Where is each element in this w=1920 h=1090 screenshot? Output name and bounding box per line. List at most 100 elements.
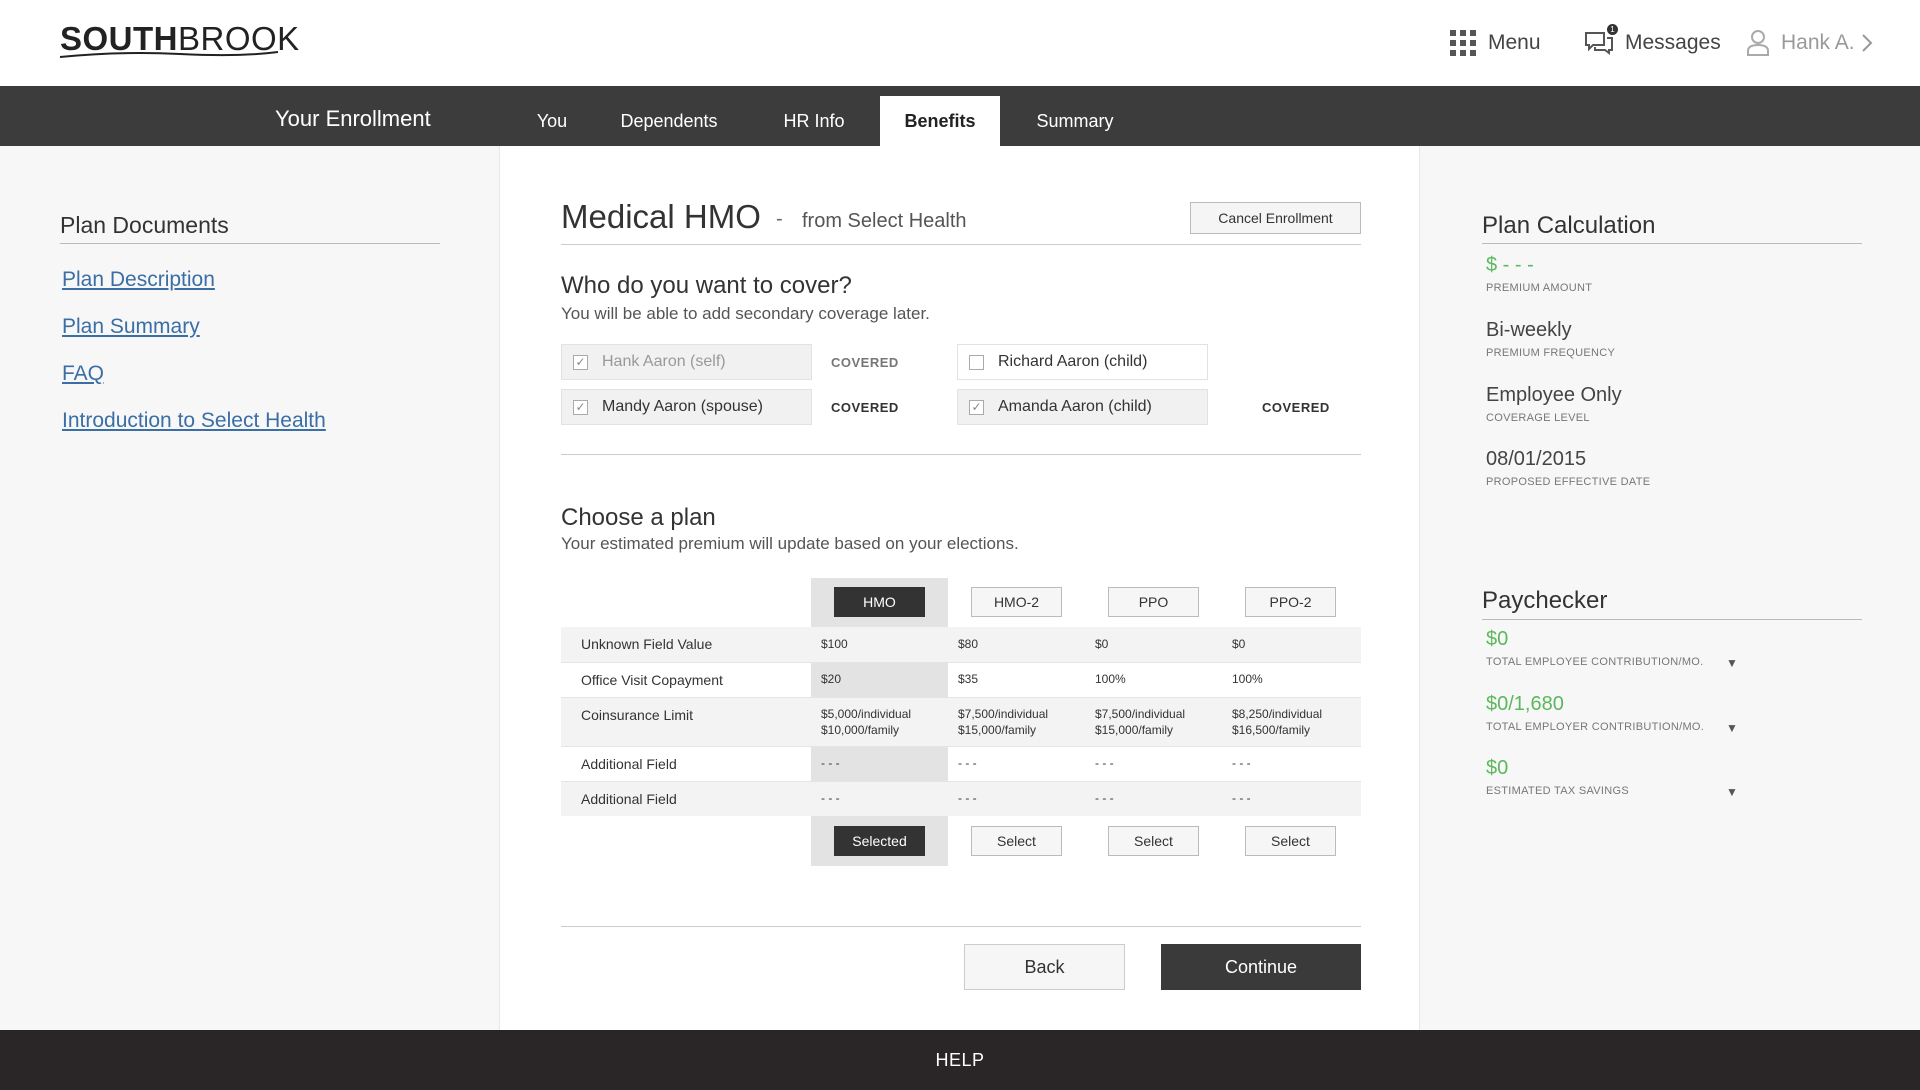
premium-frequency-value: Bi-weekly — [1486, 319, 1572, 341]
help-footer[interactable]: HELP — [0, 1030, 1920, 1090]
paychecker-title: Paychecker — [1482, 587, 1608, 614]
row-label: Coinsurance Limit — [581, 707, 694, 723]
employer-contribution-label: TOTAL EMPLOYER CONTRIBUTION/MO. — [1486, 721, 1705, 733]
choose-plan-title: Choose a plan — [561, 504, 716, 531]
plan-calculation-title: Plan Calculation — [1482, 212, 1656, 239]
plan-header-ppo-2[interactable]: PPO-2 — [1245, 587, 1336, 617]
messages-button[interactable]: 1 Messages — [1585, 24, 1721, 56]
plan-documents-title: Plan Documents — [60, 212, 229, 238]
divider — [561, 454, 1361, 455]
menu-label: Menu — [1488, 31, 1541, 54]
table-cell: $80 — [958, 637, 979, 651]
plan-calculation-panel: Plan Calculation $ - - - PREMIUM AMOUNT … — [1419, 146, 1920, 1030]
link-faq[interactable]: FAQ — [62, 362, 104, 386]
messages-label: Messages — [1625, 31, 1721, 54]
tab-you[interactable]: You — [520, 96, 584, 146]
tab-benefits[interactable]: Benefits — [880, 96, 1000, 146]
divider — [60, 243, 440, 244]
link-plan-description[interactable]: Plan Description — [62, 268, 215, 292]
effective-date-label: PROPOSED EFFECTIVE DATE — [1486, 476, 1651, 488]
row-label: Unknown Field Value — [581, 636, 713, 652]
plan-provider: from Select Health — [802, 210, 967, 232]
table-cell: - - - — [1095, 791, 1114, 805]
chevron-right-icon — [1861, 34, 1872, 52]
continue-button[interactable]: Continue — [1161, 944, 1361, 990]
table-cell: $7,500/individual $15,000/family — [1095, 707, 1186, 737]
coverage-checkbox-amanda[interactable]: ✓ Amanda Aaron (child) — [957, 389, 1208, 425]
southbrook-logo[interactable]: SOUTHBROOK — [60, 20, 300, 58]
tab-dependents[interactable]: Dependents — [610, 96, 728, 146]
title-separator: - — [776, 208, 783, 230]
table-cell: - - - — [1232, 756, 1251, 770]
employee-contribution-label: TOTAL EMPLOYEE CONTRIBUTION/MO. — [1486, 656, 1704, 668]
select-button-hmo-2[interactable]: Select — [971, 826, 1062, 856]
select-button-ppo[interactable]: Select — [1108, 826, 1199, 856]
coverage-checkbox-self[interactable]: ✓ Hank Aaron (self) — [561, 344, 812, 380]
premium-frequency-label: PREMIUM FREQUENCY — [1486, 347, 1616, 359]
messages-count-badge: 1 — [1607, 24, 1618, 35]
plan-header-hmo[interactable]: HMO — [834, 587, 925, 617]
coverage-level-value: Employee Only — [1486, 384, 1622, 406]
plan-header-ppo[interactable]: PPO — [1108, 587, 1199, 617]
coverage-level-label: COVERAGE LEVEL — [1486, 412, 1590, 424]
back-button[interactable]: Back — [964, 944, 1125, 990]
coverage-title: Who do you want to cover? — [561, 272, 852, 299]
plan-header-hmo-2[interactable]: HMO-2 — [971, 587, 1062, 617]
select-button-ppo-2[interactable]: Select — [1245, 826, 1336, 856]
link-intro-select-health[interactable]: Introduction to Select Health — [62, 409, 326, 433]
choose-plan-subtitle: Your estimated premium will update based… — [561, 534, 1019, 553]
table-cell: $20 — [821, 672, 842, 686]
tax-savings-value: $0 — [1486, 757, 1509, 779]
user-avatar-icon — [1747, 30, 1769, 56]
table-cell: - - - — [958, 791, 977, 805]
top-header: SOUTHBROOK Menu 1 Messages Hank A. — [0, 0, 1920, 86]
coverage-subtitle: You will be able to add secondary covera… — [561, 304, 930, 323]
caret-down-icon[interactable]: ▼ — [1726, 785, 1738, 799]
row-label: Office Visit Copayment — [581, 672, 723, 688]
table-cell: 100% — [1095, 672, 1126, 686]
premium-amount-value: $ - - - — [1486, 254, 1534, 276]
user-menu[interactable]: Hank A. — [1747, 30, 1873, 56]
enrollment-title: Your Enrollment — [275, 106, 431, 131]
checkbox-checked-icon: ✓ — [573, 399, 588, 415]
user-name: Hank A. — [1781, 31, 1855, 54]
checkbox-checked-icon: ✓ — [969, 399, 984, 415]
divider — [1482, 243, 1862, 244]
checkbox-unchecked-icon — [969, 354, 984, 370]
divider — [1482, 619, 1862, 620]
table-cell: - - - — [1232, 791, 1251, 805]
caret-down-icon[interactable]: ▼ — [1726, 721, 1738, 735]
table-cell: - - - — [821, 756, 840, 770]
row-label: Additional Field — [581, 756, 677, 772]
table-cell: $0 — [1232, 637, 1246, 651]
table-cell: 100% — [1232, 672, 1263, 686]
tab-hr-info[interactable]: HR Info — [770, 96, 858, 146]
tax-savings-label: ESTIMATED TAX SAVINGS — [1486, 785, 1630, 797]
link-plan-summary[interactable]: Plan Summary — [62, 315, 200, 339]
coverage-checkbox-richard[interactable]: Richard Aaron (child) — [957, 344, 1208, 380]
premium-amount-label: PREMIUM AMOUNT — [1486, 282, 1593, 294]
grid-menu-icon — [1450, 30, 1476, 56]
table-cell: $100 — [821, 637, 848, 651]
table-cell: $5,000/individual $10,000/family — [821, 707, 912, 737]
coverage-status: COVERED — [831, 355, 899, 370]
enrollment-navbar: Your Enrollment You Dependents HR Info B… — [0, 86, 1920, 146]
effective-date-value: 08/01/2015 — [1486, 448, 1587, 470]
employer-contribution-value: $0/1,680 — [1486, 693, 1564, 715]
member-name: Hank Aaron (self) — [602, 353, 726, 370]
table-cell: $7,500/individual $15,000/family — [958, 707, 1049, 737]
main-content: Medical HMO - from Select Health Cancel … — [500, 146, 1419, 1030]
plan-documents-panel: Plan Documents Plan Description Plan Sum… — [0, 146, 500, 1030]
table-cell: $8,250/individual $16,500/family — [1232, 707, 1323, 737]
coverage-checkbox-spouse[interactable]: ✓ Mandy Aaron (spouse) — [561, 389, 812, 425]
coverage-status: COVERED — [1262, 400, 1330, 415]
selected-button-hmo[interactable]: Selected — [834, 826, 925, 856]
tab-summary[interactable]: Summary — [1030, 96, 1120, 146]
menu-button[interactable]: Menu — [1450, 30, 1541, 56]
table-cell: - - - — [821, 791, 840, 805]
caret-down-icon[interactable]: ▼ — [1726, 656, 1738, 670]
table-cell: $35 — [958, 672, 979, 686]
plan-title: Medical HMO — [561, 198, 761, 235]
divider — [561, 244, 1361, 245]
cancel-enrollment-button[interactable]: Cancel Enrollment — [1190, 202, 1361, 234]
